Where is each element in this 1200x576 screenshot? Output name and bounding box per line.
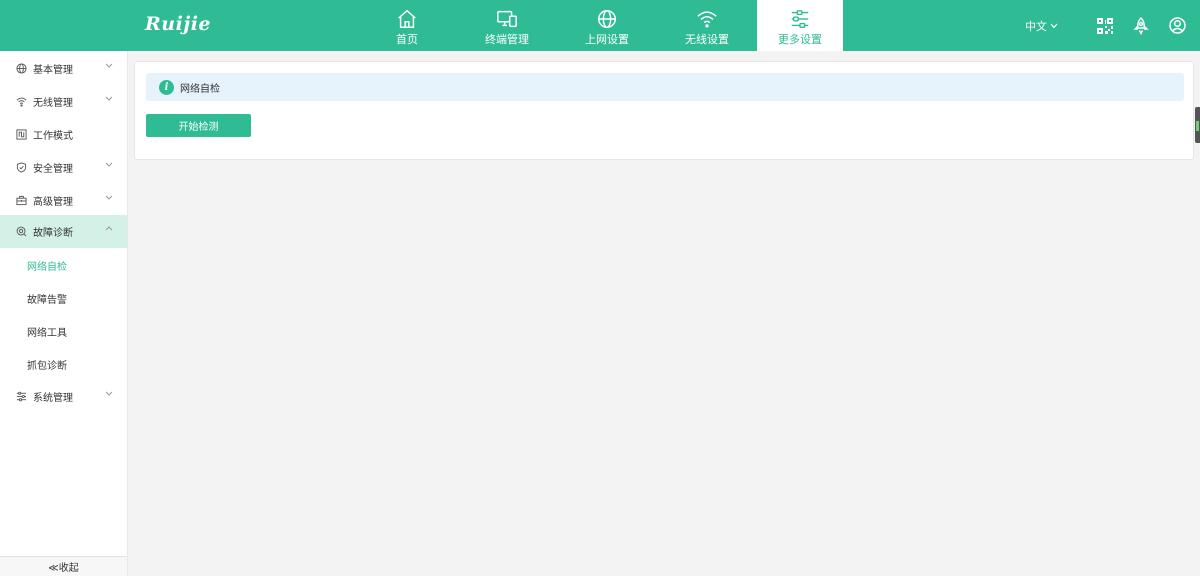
info-title: 网络自检 bbox=[180, 83, 220, 95]
sidebar-item-advanced-management[interactable]: 高级管理 bbox=[0, 184, 127, 217]
sidebar-item-label: 工作模式 bbox=[33, 131, 73, 142]
sidebar-item-work-mode[interactable]: 工作模式 bbox=[0, 118, 127, 151]
sidebar-item-wireless-management[interactable]: 无线管理 bbox=[0, 85, 127, 118]
home-icon bbox=[398, 9, 416, 28]
top-header: Ruijie 首页 终端管理 上网设置 无线设置 更多设置 中文 bbox=[0, 0, 1200, 51]
nav-wireless-settings[interactable]: 无线设置 bbox=[657, 0, 757, 51]
nav-home-label: 首页 bbox=[396, 33, 418, 46]
sidebar-item-fault-diagnosis[interactable]: 故障诊断 bbox=[0, 215, 127, 248]
sidebar-item-label: 安全管理 bbox=[33, 164, 73, 175]
sidebar-item-security-management[interactable]: 安全管理 bbox=[0, 151, 127, 184]
wifi-icon bbox=[16, 97, 27, 107]
chevron-down-icon bbox=[105, 96, 113, 101]
sidebar-subitem-network-tools[interactable]: 网络工具 bbox=[0, 315, 127, 348]
sidebar: 基本管理 无线管理 工作模式 安全管理 高级管理 故障诊断 网络自检 故障告警 … bbox=[0, 51, 128, 576]
sidebar-item-label: 无线管理 bbox=[33, 98, 73, 109]
sidebar-item-label: 系统管理 bbox=[33, 393, 73, 404]
sidebar-subitem-fault-alarm[interactable]: 故障告警 bbox=[0, 282, 127, 315]
globe-icon bbox=[16, 63, 27, 74]
info-bar: i 网络自检 bbox=[146, 73, 1184, 101]
mode-icon bbox=[16, 129, 27, 140]
sidebar-item-system-management[interactable]: 系统管理 bbox=[0, 380, 127, 413]
start-detection-button[interactable]: 开始检测 bbox=[146, 114, 251, 137]
chevron-down-icon bbox=[105, 162, 113, 167]
chevron-down-icon bbox=[105, 195, 113, 200]
user-icon bbox=[1168, 17, 1186, 34]
sidebar-subitem-packet-capture[interactable]: 抓包诊断 bbox=[0, 348, 127, 381]
rocket-icon bbox=[1133, 16, 1149, 35]
chevron-up-icon bbox=[105, 226, 113, 231]
nav-wireless-label: 无线设置 bbox=[685, 33, 729, 46]
language-label: 中文 bbox=[1025, 19, 1047, 33]
wifi-icon bbox=[697, 11, 717, 28]
nav-terminal-label: 终端管理 bbox=[485, 33, 529, 46]
nav-internet-settings[interactable]: 上网设置 bbox=[557, 0, 657, 51]
language-selector[interactable]: 中文 bbox=[1025, 18, 1058, 34]
ruijie-logo: Ruijie bbox=[145, 13, 212, 35]
diagnose-icon bbox=[16, 226, 27, 237]
sidebar-item-label: 基本管理 bbox=[33, 65, 73, 76]
globe-icon bbox=[598, 10, 616, 28]
main-nav: 首页 终端管理 上网设置 无线设置 更多设置 bbox=[357, 0, 843, 51]
nav-home[interactable]: 首页 bbox=[357, 0, 457, 51]
toolbox-icon bbox=[16, 195, 27, 206]
self-check-panel: i 网络自检 开始检测 bbox=[134, 61, 1194, 160]
sliders-icon bbox=[16, 391, 27, 402]
sidebar-item-label: 高级管理 bbox=[33, 197, 73, 208]
rocket-button[interactable] bbox=[1132, 16, 1150, 35]
nav-more-label: 更多设置 bbox=[778, 33, 822, 46]
collapse-sidebar-button[interactable]: ≪收起 bbox=[0, 556, 127, 576]
user-account-button[interactable] bbox=[1168, 17, 1186, 35]
settings-sliders-icon bbox=[791, 10, 809, 28]
devices-icon bbox=[497, 10, 517, 28]
header-tools: 中文 bbox=[1025, 0, 1186, 51]
chevron-down-icon bbox=[1050, 23, 1058, 28]
qr-code-button[interactable] bbox=[1096, 17, 1114, 35]
sidebar-item-label: 故障诊断 bbox=[33, 228, 73, 239]
shield-icon bbox=[16, 162, 27, 173]
nav-terminal-management[interactable]: 终端管理 bbox=[457, 0, 557, 51]
chevron-down-icon bbox=[105, 391, 113, 396]
sidebar-item-basic-management[interactable]: 基本管理 bbox=[0, 52, 127, 85]
sidebar-subitem-network-self-check[interactable]: 网络自检 bbox=[0, 249, 127, 282]
nav-internet-label: 上网设置 bbox=[585, 33, 629, 46]
chevron-down-icon bbox=[105, 63, 113, 68]
nav-more-settings[interactable]: 更多设置 bbox=[757, 0, 843, 51]
side-drawer-handle[interactable] bbox=[1195, 107, 1200, 143]
info-icon: i bbox=[159, 79, 174, 95]
qr-code-icon bbox=[1097, 17, 1113, 34]
